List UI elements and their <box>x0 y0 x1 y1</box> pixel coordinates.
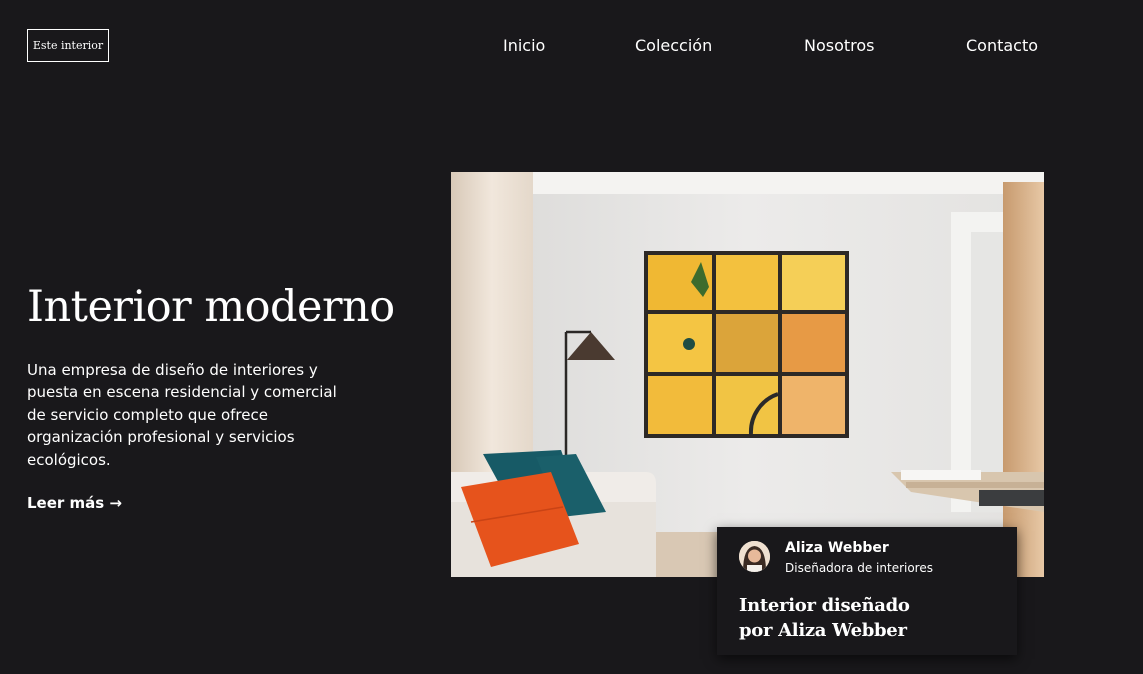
avatar <box>739 541 770 572</box>
living-room-photo <box>451 172 1044 577</box>
card-title[interactable]: Interior diseñado por Aliza Webber <box>739 593 939 643</box>
nav-item-nosotros[interactable]: Nosotros <box>804 36 875 55</box>
read-more-link[interactable]: Leer más → <box>27 494 122 512</box>
nav-item-contacto[interactable]: Contacto <box>966 36 1038 55</box>
nav-item-inicio[interactable]: Inicio <box>503 36 545 55</box>
designer-card: Aliza Webber Diseñadora de interiores In… <box>717 527 1017 655</box>
hero-title: Interior moderno <box>27 282 395 332</box>
author-role: Diseñadora de interiores <box>785 561 933 575</box>
logo[interactable]: Este interior <box>27 29 109 62</box>
logo-text: Este interior <box>32 39 104 52</box>
nav-item-coleccion[interactable]: Colección <box>635 36 712 55</box>
author-name: Aliza Webber <box>785 540 889 556</box>
hero-description: Una empresa de diseño de interiores y pu… <box>27 361 337 469</box>
